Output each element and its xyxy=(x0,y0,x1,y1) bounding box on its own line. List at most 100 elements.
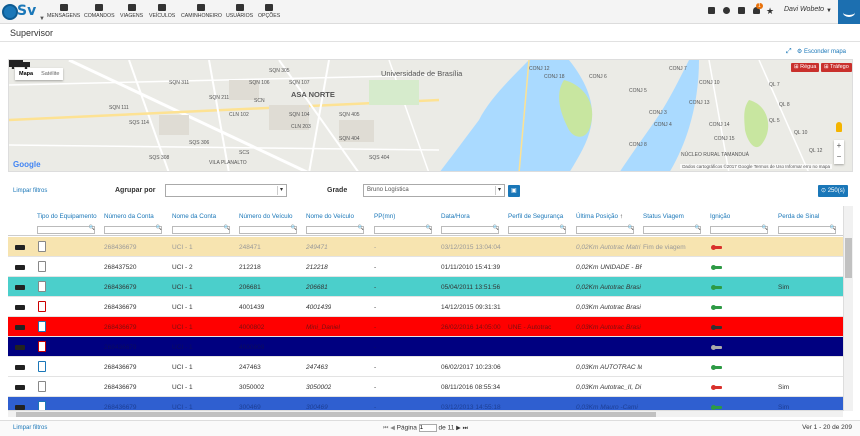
cell-posicao: 0,02Km Autotrac Matri xyxy=(576,244,641,251)
table-row[interactable]: 268436679 UCI - 1 248471 249471 - 03/12/2015 … xyxy=(8,237,843,257)
zoom-control[interactable]: + − xyxy=(834,140,844,164)
clear-filters-link[interactable]: Limpar filtros xyxy=(13,188,47,194)
next-page-icon[interactable]: ▶ xyxy=(456,426,461,432)
filter-input[interactable] xyxy=(306,225,364,234)
cell-posicao: 0,03Km Autotrac Brasi xyxy=(576,304,641,311)
filter-input[interactable] xyxy=(37,225,95,234)
floppy-icon: ▣ xyxy=(511,188,517,194)
expand-icon[interactable]: ⤢ xyxy=(786,48,792,56)
page-input[interactable] xyxy=(418,424,437,432)
prev-page-icon[interactable]: ◀ xyxy=(390,426,395,432)
col-ignicao[interactable]: Ignição xyxy=(710,213,730,220)
table-row[interactable]: 268436679 UCI - 1 4000802 Mini_Daniel - 26/02… xyxy=(8,317,843,337)
nav-comandos[interactable]: COMANDOS xyxy=(84,4,115,19)
star-icon[interactable]: ★ xyxy=(766,6,774,17)
filter-input[interactable] xyxy=(239,225,297,234)
col-numero-veiculo[interactable]: Número do Veículo xyxy=(239,213,293,220)
col-nome-veiculo[interactable]: Nome do Veículo xyxy=(306,213,354,220)
filter-input[interactable] xyxy=(576,225,634,234)
filter-input[interactable] xyxy=(778,225,836,234)
filter-input[interactable] xyxy=(710,225,768,234)
cell-num-veic: 247463 xyxy=(239,364,261,371)
filter-input[interactable] xyxy=(643,225,701,234)
nav-veiculos[interactable]: VEÍCULOS xyxy=(149,4,175,19)
nav-caminhoneiro[interactable]: CAMINHONEIRO xyxy=(181,4,222,19)
user-menu-caret-icon[interactable]: ▼ xyxy=(826,8,832,14)
table-row[interactable]: 268436679 UCI - 1 206681 206681 - 05/04/2011 … xyxy=(8,277,843,297)
user-name[interactable]: Davi Wobeto xyxy=(784,6,824,13)
filter-input[interactable] xyxy=(508,225,566,234)
ignition-key-icon xyxy=(711,285,722,290)
col-perda-sinal[interactable]: Perda de Sinal xyxy=(778,213,819,220)
nav-usuarios[interactable]: USUÁRIOS xyxy=(226,4,253,19)
map-label: CONJ 8 xyxy=(629,142,647,148)
truck-icon xyxy=(15,285,25,290)
filter-input[interactable] xyxy=(374,225,432,234)
map-view[interactable]: Mapa Satélite Universidade de Brasília AS… xyxy=(8,59,853,172)
map-type-map[interactable]: Mapa xyxy=(15,68,37,80)
search-icon[interactable] xyxy=(723,7,730,14)
hide-map-link[interactable]: ⚙ Esconder mapa xyxy=(797,48,846,55)
cell-conta: 268436679 xyxy=(104,284,137,291)
col-pp[interactable]: PP(mn) xyxy=(374,213,395,220)
map-attribution[interactable]: Dados cartográficos ©2017 Google Termos … xyxy=(680,164,832,169)
save-grid-button[interactable]: ▣ xyxy=(508,185,520,197)
group-by-select[interactable]: ▾ xyxy=(165,184,287,197)
ignition-key-icon xyxy=(711,345,722,350)
map-label: SCS xyxy=(239,150,250,156)
map-label: ASA NORTE xyxy=(291,90,335,99)
table-row[interactable]: 268436679 UCI - 1 4000809 - xyxy=(8,337,843,357)
table-row[interactable]: 268436679 UCI - 1 300469 300469-03/12/2013 … xyxy=(8,397,843,410)
list-icon[interactable] xyxy=(708,7,715,14)
col-ultima-posicao[interactable]: Última Posição ↑ xyxy=(576,213,623,220)
traffic-button[interactable]: ⊞ Tráfego xyxy=(821,63,852,72)
zoom-in-icon[interactable]: + xyxy=(834,140,844,151)
grid-select[interactable]: Bruno Logística ▾ xyxy=(363,184,505,197)
first-page-icon[interactable]: ⏮ xyxy=(383,426,388,432)
road-icon xyxy=(127,4,136,11)
zoom-out-icon[interactable]: − xyxy=(834,151,844,162)
map-label: CONJ 5 xyxy=(629,88,647,94)
record-count-button[interactable]: ⊙ 250(s) xyxy=(818,185,848,197)
col-data-hora[interactable]: Data/Hora xyxy=(441,213,470,220)
table-row[interactable]: 268437520 UCI - 2 212218 212218 - 01/11/2010 … xyxy=(8,257,843,277)
nav-opcoes[interactable]: OPÇÕES xyxy=(258,4,280,19)
cell-posicao: 0,03Km Autotrac_II, Di xyxy=(576,384,642,391)
cell-nome-conta: UCI - 1 xyxy=(172,244,193,251)
last-page-icon[interactable]: ⏭ xyxy=(463,426,468,432)
table-row[interactable]: 268436679 UCI - 1 4001439 4001439 - 14/12/201… xyxy=(8,297,843,317)
mail-icon[interactable] xyxy=(738,7,745,14)
nav-mensagens[interactable]: MENSAGENS xyxy=(47,4,80,19)
col-tipo-equipamento[interactable]: Tipo do Equipamento xyxy=(37,213,97,220)
vertical-scrollbar[interactable] xyxy=(843,206,853,411)
map-label: SQN 211 xyxy=(209,95,230,101)
app-logo[interactable]: Sv ▼ xyxy=(2,2,45,22)
logo-dropdown-icon[interactable]: ▼ xyxy=(39,16,45,22)
truck-icon xyxy=(15,385,25,390)
cell-num-veic: 248471 xyxy=(239,244,261,251)
cell-pp: - xyxy=(374,364,377,371)
table-row[interactable]: 268436679 UCI - 1 3050002 3050002 - 08/11/201… xyxy=(8,377,843,397)
col-status-viagem[interactable]: Status Viagem xyxy=(643,213,684,220)
filter-input[interactable] xyxy=(441,225,499,234)
filter-input[interactable] xyxy=(172,225,230,234)
col-nome-conta[interactable]: Nome da Conta xyxy=(172,213,216,220)
filter-input[interactable] xyxy=(104,225,162,234)
scroll-thumb[interactable] xyxy=(16,412,656,417)
scroll-thumb[interactable] xyxy=(845,238,852,278)
col-numero-conta[interactable]: Número da Conta xyxy=(104,213,154,220)
horizontal-scrollbar[interactable] xyxy=(8,410,843,417)
device-icon xyxy=(38,281,46,292)
clear-filters-footer-link[interactable]: Limpar filtros xyxy=(13,425,47,431)
table-row[interactable]: 268436679 UCI - 1 247463 247463 - 06/02/2017 … xyxy=(8,357,843,377)
col-perfil-seguranca[interactable]: Perfil de Segurança xyxy=(508,213,563,220)
street-view-pegman-icon[interactable] xyxy=(836,122,842,132)
map-label: CONJ 10 xyxy=(699,80,720,86)
cell-data: 01/11/2010 15:41:39 xyxy=(441,264,501,271)
ruler-button[interactable]: ⊞ Régua xyxy=(791,63,820,72)
nav-viagens[interactable]: VIAGENS xyxy=(120,4,143,19)
car-icon xyxy=(158,4,167,11)
cell-conta: 268436679 xyxy=(104,304,137,311)
map-type-satellite[interactable]: Satélite xyxy=(37,68,63,80)
vehicle-marker-icon[interactable] xyxy=(9,60,31,69)
